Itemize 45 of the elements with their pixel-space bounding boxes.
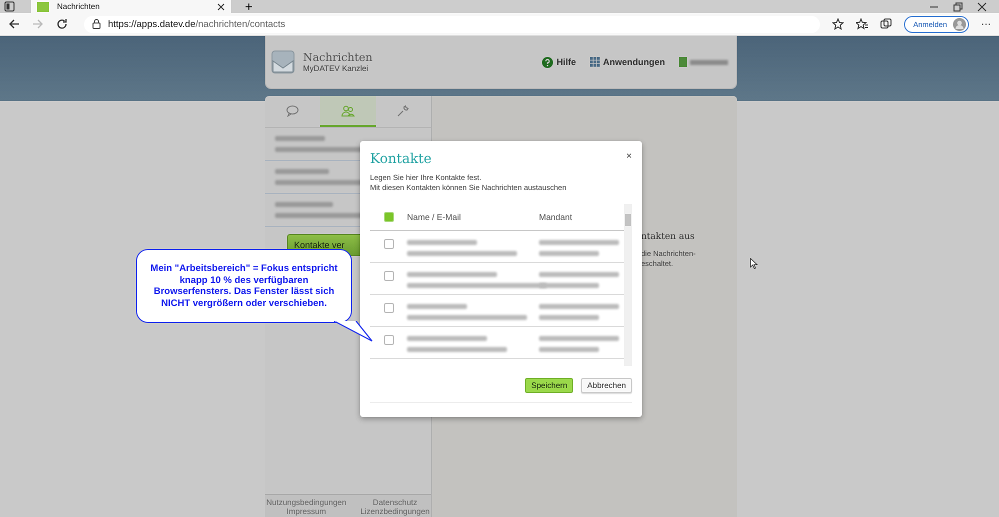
help-icon bbox=[542, 56, 554, 68]
app-subtitle: MyDATEV Kanzlei bbox=[303, 64, 370, 73]
applications-link[interactable]: Anwendungen bbox=[590, 57, 665, 67]
envelope-icon bbox=[271, 50, 295, 74]
grid-icon bbox=[590, 57, 600, 67]
new-tab-button[interactable]: + bbox=[245, 0, 253, 12]
select-all-checkbox[interactable] bbox=[384, 212, 394, 222]
star-icon[interactable] bbox=[832, 18, 844, 30]
cancel-button[interactable]: Abbrechen bbox=[581, 378, 632, 393]
address-field[interactable]: https://apps.datev.de/nachrichten/contacts bbox=[84, 16, 820, 32]
page-favicon-icon bbox=[37, 2, 49, 12]
close-button[interactable]: × bbox=[626, 151, 632, 162]
scrollbar[interactable] bbox=[624, 204, 632, 366]
forward-icon[interactable] bbox=[32, 18, 44, 30]
close-icon[interactable] bbox=[217, 2, 225, 10]
speech-bubbles-icon bbox=[286, 104, 300, 116]
sidebar-toggle-icon[interactable] bbox=[4, 1, 15, 12]
callout-text: Mein "Arbeitsbereich" = Fokus entspricht knapp 10 % des verfügbaren Browserfensters. Das Fenster lässt sich NICHT vergrößern oder verschieben. bbox=[149, 263, 339, 309]
more-button[interactable]: ··· bbox=[981, 18, 991, 30]
main-heading: ntakten aus bbox=[641, 232, 695, 242]
cursor-icon bbox=[750, 258, 758, 269]
dialog-title: Kontakte bbox=[370, 151, 432, 167]
close-icon[interactable] bbox=[977, 2, 987, 12]
favorites-icon[interactable] bbox=[856, 18, 868, 30]
back-icon[interactable] bbox=[8, 18, 20, 30]
row-checkbox[interactable] bbox=[384, 303, 394, 313]
people-icon bbox=[340, 104, 355, 116]
browser-tab[interactable]: Nachrichten bbox=[31, 0, 231, 13]
help-link[interactable]: Hilfe bbox=[542, 56, 576, 68]
lock-icon bbox=[92, 19, 101, 29]
row-checkbox[interactable] bbox=[384, 271, 394, 281]
blurred-user-name bbox=[679, 57, 728, 67]
row-checkbox[interactable] bbox=[384, 239, 394, 249]
reload-icon[interactable] bbox=[56, 18, 68, 30]
column-header: Name / E-Mail bbox=[407, 212, 462, 222]
sidebar-tab[interactable] bbox=[320, 96, 376, 127]
save-button[interactable]: Speichern bbox=[525, 378, 574, 393]
wrench-icon bbox=[397, 104, 410, 116]
tab-title: Nachrichten bbox=[57, 2, 101, 11]
row-checkbox[interactable] bbox=[384, 335, 394, 345]
column-header: Mandant bbox=[539, 212, 574, 222]
restore-icon[interactable] bbox=[953, 2, 963, 12]
app-title: Nachrichten bbox=[303, 51, 372, 64]
avatar-icon bbox=[953, 18, 966, 30]
collections-icon[interactable] bbox=[880, 18, 892, 30]
